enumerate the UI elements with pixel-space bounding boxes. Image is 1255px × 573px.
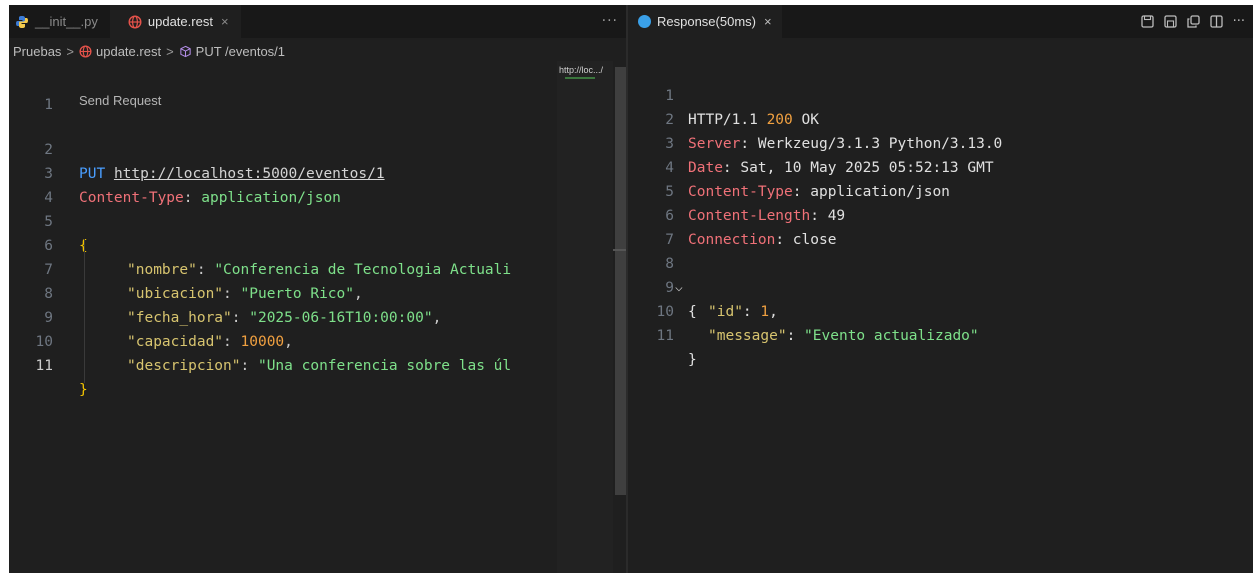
- scrollbar-marker: [613, 249, 626, 251]
- tab-label: __init__.py: [35, 14, 98, 29]
- code-line: 1: [9, 69, 557, 113]
- save-body-icon[interactable]: [1163, 15, 1177, 28]
- code-line: 4: [9, 162, 557, 206]
- response-icon: [638, 15, 651, 28]
- save-icon[interactable]: [1140, 15, 1154, 28]
- breadcrumb-separator: >: [166, 43, 174, 59]
- response-line: 8 ⌵ {: [628, 228, 1253, 320]
- editor-pane: __init__.py update.rest × ··· Pruebas >: [9, 5, 626, 573]
- code-line: 10 "descripcion": "Una conferencia sobre…: [9, 306, 557, 374]
- response-line: 6 Connection: close: [628, 180, 1253, 248]
- tab-response[interactable]: Response(50ms) ×: [628, 5, 782, 38]
- tab-init-py[interactable]: __init__.py: [9, 5, 110, 38]
- response-line: 2 Server: Werkzeug/3.1.3 Python/3.13.0: [628, 84, 1253, 152]
- scrollbar-thumb[interactable]: [615, 67, 626, 495]
- vertical-scrollbar[interactable]: [613, 61, 626, 573]
- response-line: 11 }: [628, 300, 1253, 368]
- tab-label: update.rest: [147, 14, 213, 29]
- breadcrumb-separator: >: [66, 43, 75, 59]
- breadcrumb: Pruebas > update.rest > PUT /eventos/1: [9, 41, 573, 61]
- breadcrumb-file[interactable]: update.rest: [96, 44, 161, 59]
- send-request-link[interactable]: Send Request: [79, 93, 161, 108]
- breadcrumb-symbol[interactable]: PUT /eventos/1: [196, 44, 285, 59]
- globe-icon: [79, 44, 92, 58]
- indent-guide: [84, 239, 85, 383]
- response-line: 1 HTTP/1.1 200 OK: [628, 60, 1253, 128]
- response-pane: Response(50ms) × ··· 1 HTTP/1.1 200 OK 2…: [628, 5, 1253, 573]
- cube-icon: [180, 45, 191, 57]
- editor-actions: ···: [1140, 5, 1245, 38]
- response-line: 9 "id": 1,: [628, 252, 1253, 320]
- close-icon[interactable]: ×: [764, 14, 772, 29]
- tab-update-rest[interactable]: update.rest ×: [109, 5, 241, 38]
- editor-tab-bar: __init__.py update.rest × ···: [9, 5, 626, 38]
- app-window: __init__.py update.rest × ··· Pruebas >: [9, 5, 1253, 573]
- response-line: 3 Date: Sat, 10 May 2025 05:52:13 GMT: [628, 108, 1253, 176]
- tab-label: Response(50ms): [657, 14, 756, 29]
- response-line: 7: [628, 204, 1253, 248]
- minimap-title: http://loc.../: [559, 65, 604, 75]
- code-line: 9 "capacidad": 10000,: [9, 282, 557, 350]
- split-editor-icon[interactable]: [1209, 15, 1223, 28]
- response-tab-bar: Response(50ms) × ···: [628, 5, 1253, 38]
- minimap[interactable]: http://loc.../: [557, 61, 613, 573]
- code-line: 3 Content-Type: application/json: [9, 138, 557, 206]
- line-number: 11: [656, 328, 674, 344]
- breadcrumb-folder[interactable]: Pruebas: [13, 44, 61, 59]
- code-line: 7 "ubicacion": "Puerto Rico",: [9, 234, 557, 302]
- response-line: 10 "message": "Evento actualizado": [628, 276, 1253, 344]
- more-actions-icon[interactable]: ···: [602, 5, 618, 38]
- python-icon: [16, 15, 28, 28]
- globe-icon: [128, 14, 142, 29]
- code-line: 2 PUT http://localhost:5000/eventos/1: [9, 114, 557, 182]
- code-line: 8 "fecha_hora": "2025-06-16T10:00:00",: [9, 258, 557, 326]
- response-line: 5 Content-Length: 49: [628, 156, 1253, 224]
- code-line: 5 {: [9, 186, 557, 254]
- code-line: 6 "nombre": "Conferencia de Tecnologia A…: [9, 210, 557, 278]
- response-line: 4 Content-Type: application/json: [628, 132, 1253, 200]
- more-actions-icon[interactable]: ···: [1233, 14, 1245, 29]
- line-number: 11: [35, 358, 53, 374]
- copy-icon[interactable]: [1186, 15, 1200, 28]
- code-line: 11 }: [9, 330, 557, 398]
- minimap-line: [565, 77, 595, 79]
- close-icon[interactable]: ×: [221, 14, 229, 29]
